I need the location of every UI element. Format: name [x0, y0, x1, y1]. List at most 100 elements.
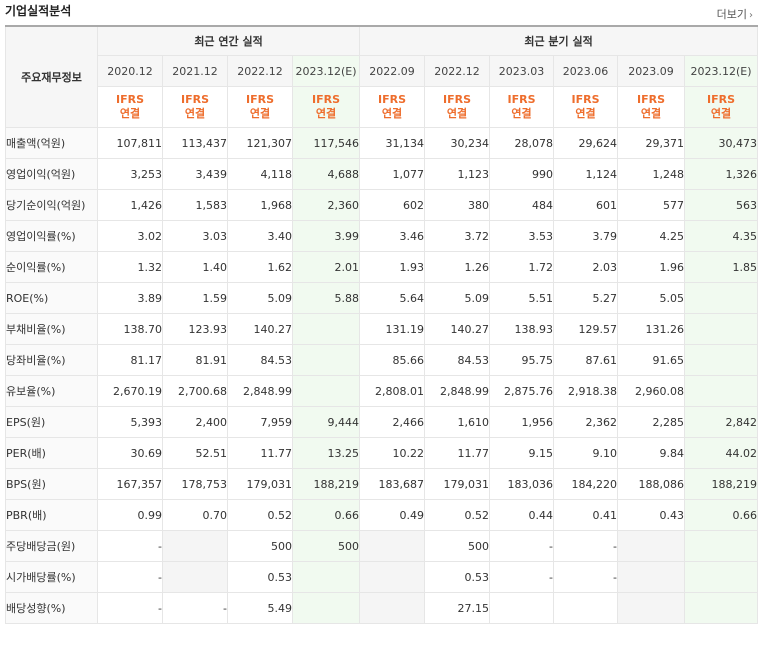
table-cell: 380 — [424, 189, 491, 221]
table-row: PER(배) 30.69 52.51 11.77 13.25 10.22 11.77 9.15… — [5, 437, 759, 469]
table-cell: 2,848.99 — [227, 375, 293, 407]
table-cell: 138.93 — [489, 313, 555, 345]
table-row: EPS(원) 5,393 2,400 7,959 9,444 2,466 1,610 1,95… — [5, 406, 759, 438]
table-cell: 484 — [489, 189, 555, 221]
row-label: 당좌비율(%) — [5, 344, 98, 376]
table-cell — [162, 561, 228, 593]
table-cell: 1,077 — [359, 158, 426, 190]
table-cell: 1,426 — [97, 189, 163, 221]
table-cell: - — [97, 561, 163, 593]
standard-consolidated: 연결 — [315, 107, 337, 120]
standard-consolidated: 연결 — [710, 107, 732, 120]
table-cell: 3.53 — [489, 220, 555, 252]
period-header: 2023.09 — [617, 55, 686, 87]
table-cell: 1.96 — [617, 251, 686, 283]
corner-header: 주요재무정보 — [5, 25, 98, 128]
table-cell: 183,687 — [359, 468, 426, 500]
table-cell: - — [553, 530, 619, 562]
table-row: PBR(배) 0.99 0.70 0.52 0.66 0.49 0.52 0.44 0.41 0.… — [5, 499, 759, 531]
table-row: 매출액(억원) 107,811 113,437 121,307 117,546 31,13… — [5, 127, 759, 159]
table-cell — [684, 313, 759, 345]
table-cell: 81.17 — [97, 344, 163, 376]
table-cell: 1,956 — [489, 406, 555, 438]
table-cell: 2,670.19 — [97, 375, 163, 407]
accounting-standard-label: IFRS 연결 — [162, 86, 228, 128]
standard-ifrs: IFRS — [312, 93, 340, 106]
table-cell — [553, 592, 619, 624]
row-label: 유보율(%) — [5, 375, 98, 407]
row-label: 시가배당률(%) — [5, 561, 98, 593]
table-cell: 84.53 — [227, 344, 293, 376]
table-cell: 2,285 — [617, 406, 686, 438]
table-cell: 1.59 — [162, 282, 228, 314]
row-label: 배당성향(%) — [5, 592, 98, 624]
table-cell: - — [553, 561, 619, 593]
table-cell: 81.91 — [162, 344, 228, 376]
row-label: PBR(배) — [5, 499, 98, 531]
table-cell: 117,546 — [291, 127, 361, 159]
table-cell: 29,371 — [617, 127, 686, 159]
table-cell: 1.40 — [162, 251, 228, 283]
table-cell: 5.09 — [424, 282, 491, 314]
table-cell: 188,219 — [291, 468, 361, 500]
row-label: 부채비율(%) — [5, 313, 98, 345]
standard-consolidated: 연결 — [640, 107, 662, 120]
table-cell: 28,078 — [489, 127, 555, 159]
table-cell — [617, 530, 686, 562]
table-cell: 87.61 — [553, 344, 619, 376]
table-cell: 85.66 — [359, 344, 426, 376]
standard-ifrs: IFRS — [507, 93, 536, 106]
period-header: 2020.12 — [97, 55, 163, 87]
table-cell: 2,875.76 — [489, 375, 555, 407]
table-row: 시가배당률(%) -0.53 0.53- - — [5, 561, 759, 593]
table-cell: - — [97, 592, 163, 624]
standard-ifrs: IFRS — [707, 93, 736, 106]
table-cell: 11.77 — [424, 437, 491, 469]
table-cell — [684, 592, 759, 624]
table-cell: 4.35 — [684, 220, 759, 252]
row-label: BPS(원) — [5, 468, 98, 500]
more-link[interactable]: 더보기 › — [717, 6, 753, 22]
standard-ifrs: IFRS — [637, 93, 666, 106]
table-cell: 0.66 — [684, 499, 759, 531]
accounting-standard-label: IFRS 연결 — [489, 86, 555, 128]
standard-consolidated: 연결 — [184, 107, 206, 120]
table-cell: 44.02 — [684, 437, 759, 469]
table-cell: - — [162, 592, 228, 624]
table-cell — [291, 344, 361, 376]
period-header: 2022.12 — [227, 55, 293, 87]
table-cell: 0.53 — [424, 561, 491, 593]
table-cell: 4.25 — [617, 220, 686, 252]
table-cell: 52.51 — [162, 437, 228, 469]
table-cell: 91.65 — [617, 344, 686, 376]
table-cell — [684, 375, 759, 407]
table-cell: 2.01 — [291, 251, 361, 283]
table-cell: 11.77 — [227, 437, 293, 469]
table-cell: 563 — [684, 189, 759, 221]
table-cell: 140.27 — [227, 313, 293, 345]
table-cell: 2,360 — [291, 189, 361, 221]
table-cell: 2,960.08 — [617, 375, 686, 407]
table-cell: 602 — [359, 189, 426, 221]
table-cell: 2,700.68 — [162, 375, 228, 407]
accounting-standard-label: IFRS 연결 — [553, 86, 619, 128]
table-cell: 9.15 — [489, 437, 555, 469]
table-cell: 178,753 — [162, 468, 228, 500]
table-cell: 5.09 — [227, 282, 293, 314]
table-cell: 1,248 — [617, 158, 686, 190]
table-cell: 9.10 — [553, 437, 619, 469]
table-cell: 990 — [489, 158, 555, 190]
table-cell: 3,439 — [162, 158, 228, 190]
table-cell: - — [489, 561, 555, 593]
table-cell: 1,583 — [162, 189, 228, 221]
table-row: 영업이익(억원) 3,253 3,439 4,118 4,688 1,077 1,123 99… — [5, 158, 759, 190]
standard-consolidated: 연결 — [575, 107, 596, 120]
period-header: 2021.12 — [162, 55, 228, 87]
table-cell: 500 — [227, 530, 293, 562]
table-cell: 5.27 — [553, 282, 619, 314]
table-cell: 0.53 — [227, 561, 293, 593]
table-cell: 188,086 — [617, 468, 686, 500]
quarterly-group-header: 최근 분기 실적 — [359, 25, 759, 56]
financial-summary-table: 주요재무정보 최근 연간 실적 최근 분기 실적 2020.12 2021.12 2… — [5, 25, 759, 624]
table-cell: 1.93 — [359, 251, 426, 283]
